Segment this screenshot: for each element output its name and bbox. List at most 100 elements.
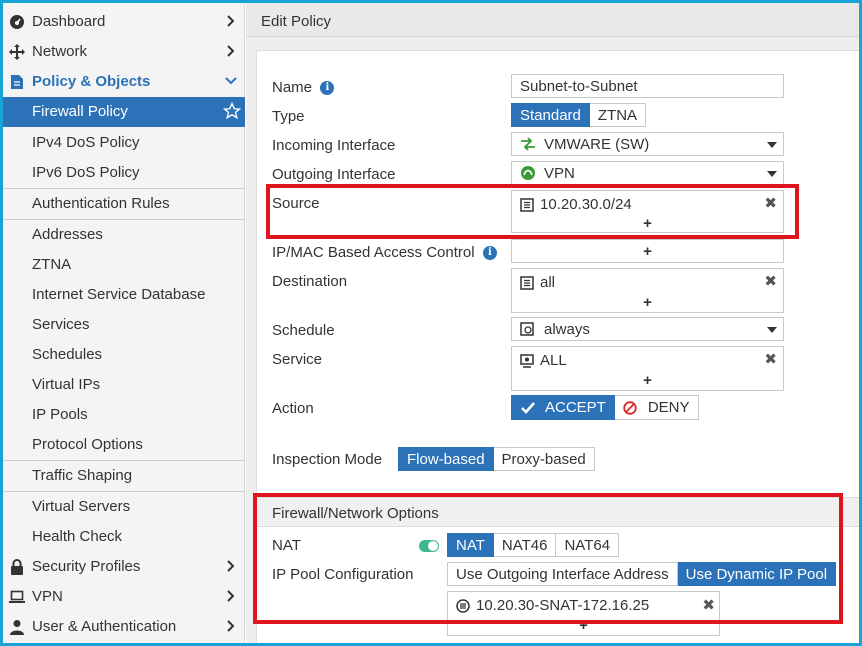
add-destination-button[interactable]: + — [512, 294, 783, 311]
dashboard-icon — [8, 14, 26, 30]
destination-entry: all — [520, 274, 555, 291]
deny-icon — [623, 400, 637, 415]
ipmac-label-text: IP/MAC Based Access Control — [272, 244, 475, 261]
sidebar-item-label: Health Check — [32, 528, 123, 545]
sidebar-item-virtual-servers[interactable]: Virtual Servers — [3, 492, 245, 522]
sidebar-item-label: Internet Service Database — [32, 286, 206, 303]
page-header: Edit Policy — [246, 3, 859, 37]
add-ipmac-button[interactable]: + — [512, 243, 783, 260]
service-icon — [520, 353, 534, 368]
sidebar-item-ipv4-dos-policy[interactable]: IPv4 DoS Policy — [3, 128, 245, 158]
sidebar-item-traffic-shaping[interactable]: Traffic Shaping — [3, 461, 245, 491]
action-label: Action — [272, 400, 314, 417]
incoming-interface-value: VMWARE (SW) — [544, 136, 650, 153]
remove-destination-icon[interactable]: ✖ — [764, 272, 777, 290]
schedule-label: Schedule — [272, 322, 335, 339]
sidebar-item-health-check[interactable]: Health Check — [3, 522, 245, 552]
service-entry: ALL — [520, 352, 567, 369]
sidebar-item-label: Network — [32, 43, 88, 60]
deny-label: DENY — [647, 399, 690, 416]
network-icon — [8, 44, 26, 60]
sidebar: Dashboard Network Policy & Objects Firew… — [3, 3, 245, 643]
type-toggle: Standard ZTNA — [511, 103, 647, 127]
destination-field[interactable]: all ✖ + — [511, 268, 784, 313]
sidebar-item-protocol-options[interactable]: Protocol Options — [3, 430, 245, 460]
outgoing-interface-value: VPN — [544, 165, 575, 182]
type-ztna-button[interactable]: ZTNA — [589, 103, 647, 127]
name-label-text: Name — [272, 79, 313, 96]
type-label: Type — [272, 108, 305, 125]
laptop-icon — [8, 589, 26, 605]
outgoing-interface-label: Outgoing Interface — [272, 166, 396, 183]
page-title: Edit Policy — [261, 13, 332, 30]
sidebar-item-internet-service-database[interactable]: Internet Service Database — [3, 280, 245, 310]
sidebar-item-user-authentication[interactable]: User & Authentication — [3, 612, 245, 642]
outgoing-interface-select[interactable]: VPN — [511, 161, 784, 185]
sidebar-item-ipv6-dos-policy[interactable]: IPv6 DoS Policy — [3, 158, 245, 188]
remove-service-icon[interactable]: ✖ — [764, 350, 777, 368]
name-input[interactable]: Subnet-to-Subnet — [511, 74, 784, 98]
sidebar-item-label: Dashboard — [32, 13, 106, 30]
sidebar-item-security-profiles[interactable]: Security Profiles — [3, 552, 245, 582]
flow-based-button[interactable]: Flow-based — [398, 447, 494, 471]
sidebar-item-ztna[interactable]: ZTNA — [3, 250, 245, 280]
sidebar-item-authentication-rules[interactable]: Authentication Rules — [3, 189, 245, 219]
chevron-right-icon — [225, 558, 237, 574]
action-toggle: ACCEPT DENY — [511, 395, 699, 420]
caret-down-icon — [767, 142, 777, 148]
sidebar-item-firewall-policy[interactable]: Firewall Policy — [3, 97, 245, 127]
sidebar-item-virtual-ips[interactable]: Virtual IPs — [3, 370, 245, 400]
sidebar-item-label: Policy & Objects — [32, 73, 151, 90]
info-icon[interactable]: i — [482, 246, 497, 261]
sidebar-item-network[interactable]: Network — [3, 37, 245, 67]
check-icon — [521, 401, 535, 414]
proxy-based-button[interactable]: Proxy-based — [493, 447, 595, 471]
sidebar-item-label: Addresses — [32, 226, 103, 243]
sidebar-item-label: Security Profiles — [32, 558, 141, 575]
sidebar-item-dashboard[interactable]: Dashboard — [3, 7, 245, 37]
chevron-right-icon — [225, 43, 237, 59]
service-label: Service — [272, 351, 323, 368]
sidebar-item-vpn[interactable]: VPN — [3, 582, 245, 612]
sidebar-item-label: Virtual Servers — [32, 498, 131, 515]
chevron-right-icon — [225, 618, 237, 634]
inspection-mode-label: Inspection Mode — [272, 451, 383, 468]
sidebar-item-label: Protocol Options — [32, 436, 143, 453]
type-standard-button[interactable]: Standard — [511, 103, 590, 127]
sidebar-item-policy-objects[interactable]: Policy & Objects — [3, 67, 245, 97]
sidebar-item-label: VPN — [32, 588, 63, 605]
sidebar-item-services[interactable]: Services — [3, 310, 245, 340]
network-options-highlight-box — [253, 493, 843, 624]
lock-icon — [8, 559, 26, 575]
sidebar-item-ip-pools[interactable]: IP Pools — [3, 400, 245, 430]
info-icon[interactable]: i — [320, 81, 335, 96]
sidebar-item-label: IP Pools — [32, 406, 88, 423]
sidebar-item-label: User & Authentication — [32, 618, 177, 635]
star-icon[interactable] — [223, 102, 241, 120]
calendar-icon — [520, 322, 534, 340]
sidebar-item-schedules[interactable]: Schedules — [3, 340, 245, 370]
incoming-interface-select[interactable]: VMWARE (SW) — [511, 132, 784, 156]
ipmac-field[interactable]: + — [511, 239, 784, 263]
accept-label: ACCEPT — [545, 399, 606, 416]
add-service-button[interactable]: + — [512, 372, 783, 389]
vpn-tunnel-icon — [520, 165, 536, 185]
destination-label: Destination — [272, 273, 348, 290]
accept-button[interactable]: ACCEPT — [511, 395, 615, 420]
service-field[interactable]: ALL ✖ + — [511, 346, 784, 391]
sidebar-item-label: Services — [32, 316, 90, 333]
sidebar-item-label: IPv4 DoS Policy — [32, 134, 140, 151]
main-content: Edit Policy Name i Subnet-to-Subnet Type… — [246, 3, 859, 643]
user-icon — [8, 619, 26, 635]
deny-button[interactable]: DENY — [614, 395, 699, 420]
service-value: ALL — [540, 352, 567, 369]
sidebar-item-addresses[interactable]: Addresses — [3, 220, 245, 250]
source-highlight-box — [266, 184, 799, 239]
inspection-mode-toggle: Flow-based Proxy-based — [398, 447, 595, 471]
sidebar-item-label: Virtual IPs — [32, 376, 101, 393]
schedule-select[interactable]: always — [511, 317, 784, 341]
policy-icon — [8, 74, 26, 90]
sidebar-item-label: Firewall Policy — [32, 103, 128, 120]
ipmac-label: IP/MAC Based Access Control i — [272, 244, 497, 261]
caret-down-icon — [767, 171, 777, 177]
